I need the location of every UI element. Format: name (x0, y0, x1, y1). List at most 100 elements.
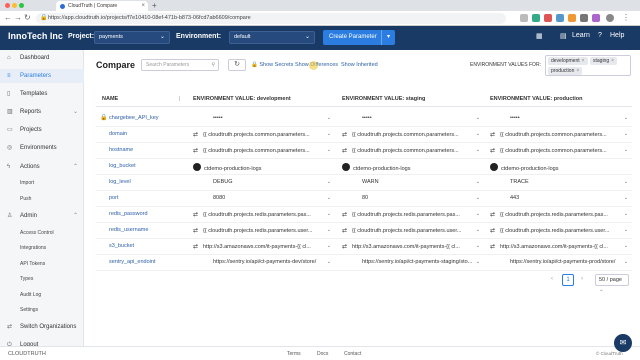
sidebar-item-dashboard[interactable]: ⌂ Dashboard (0, 51, 84, 65)
extension-icon[interactable] (580, 14, 588, 22)
parameter-name-link[interactable]: port (109, 195, 118, 201)
env-value-cell[interactable]: ctdemo-production-logs (490, 163, 630, 172)
chevron-down-icon[interactable]: ⌄ (476, 227, 480, 233)
sidebar-item-switch-organizations[interactable]: ⇄ Switch Organizations (0, 320, 84, 334)
environment-multiselect[interactable]: development × staging × production × (545, 55, 631, 76)
parameter-name-link[interactable]: domain (109, 131, 127, 137)
forward-icon[interactable]: → (14, 13, 22, 23)
env-value-cell[interactable]: ⇄ {{ cloudtruth.projects.common.parameter… (342, 147, 482, 156)
show-secrets-toggle[interactable]: 🔒 Show Secrets (251, 62, 293, 68)
remove-chip-icon[interactable]: × (582, 58, 585, 64)
parameter-name-link[interactable]: chargebee_API_key (109, 115, 159, 121)
extension-icon[interactable] (592, 14, 600, 22)
env-chip-development[interactable]: development × (548, 57, 588, 65)
sidebar-subitem-types[interactable]: Types (20, 276, 33, 282)
next-page-icon[interactable]: › (581, 276, 583, 282)
env-value-cell[interactable]: https://sentry.io/api/ct-payments-dev/st… (193, 259, 333, 268)
chevron-down-icon[interactable]: ⌄ (476, 243, 480, 249)
env-chip-production[interactable]: production × (548, 67, 583, 75)
minimize-window-icon[interactable] (12, 3, 17, 8)
env-value-cell[interactable]: ⇄ {{ cloudtruth.projects.redis.parameters… (342, 227, 482, 236)
parameter-name-link[interactable]: s3_bucket (109, 243, 134, 249)
chevron-down-icon[interactable]: ⌄ (327, 195, 331, 201)
docs-link[interactable]: Docs (317, 351, 328, 357)
sidebar-subitem-api-tokens[interactable]: API Tokens (20, 261, 45, 267)
chevron-down-icon[interactable]: ⌄ (327, 211, 331, 217)
env-value-cell[interactable]: WARN ⌄ (342, 179, 482, 188)
env-value-cell[interactable]: ⇄ {{ cloudtruth.projects.common.parameter… (193, 131, 333, 140)
chevron-down-icon[interactable]: ⌄ (624, 243, 628, 249)
browser-tab[interactable]: CloudTruth | Compare × (56, 1, 148, 11)
sidebar-subitem-import[interactable]: Import (20, 180, 34, 186)
create-parameter-button[interactable]: Create Parameter ▾ (323, 30, 395, 45)
env-value-cell[interactable]: ctdemo-production-logs (193, 163, 333, 172)
reload-icon[interactable]: ↻ (24, 13, 31, 23)
remove-chip-icon[interactable]: × (611, 58, 614, 64)
help-link[interactable]: Help (610, 32, 624, 39)
chevron-down-icon[interactable]: ⌄ (624, 131, 628, 137)
env-value-cell[interactable]: ⇄ http://s3.amazonaws.com/it-payments-{{ … (342, 243, 482, 252)
sidebar-item-reports[interactable]: ▥ Reports ⌄ (0, 105, 84, 119)
chat-support-button[interactable]: ✉ (614, 334, 632, 352)
url-field[interactable]: 🔒 https://app.cloudtruth.io/projects/f7e… (36, 13, 506, 24)
chevron-down-icon[interactable]: ⌄ (327, 227, 331, 233)
sidebar-subitem-audit-log[interactable]: Audit Log (20, 292, 41, 298)
parameter-name-link[interactable]: redis_password (109, 211, 148, 217)
env-value-cell[interactable]: ⇄ {{ cloudtruth.projects.common.parameter… (490, 131, 630, 140)
previous-page-icon[interactable]: ‹ (551, 276, 553, 282)
browser-menu-icon[interactable]: ⋮ (622, 13, 630, 23)
show-inherited-toggle[interactable]: Show Inherited (341, 62, 378, 68)
sidebar-item-projects[interactable]: ▭ Projects (0, 123, 84, 137)
close-tab-icon[interactable]: × (141, 1, 145, 11)
env-value-cell[interactable]: ⇄ {{ cloudtruth.projects.redis.parameters… (490, 211, 630, 220)
search-input[interactable]: Search Parameters ⚲ (141, 59, 219, 71)
env-value-cell[interactable]: ⇄ {{ cloudtruth.projects.redis.parameters… (193, 211, 333, 220)
parameter-name-link[interactable]: log_level (109, 179, 131, 185)
sidebar-subitem-settings[interactable]: Settings (20, 307, 38, 313)
extension-icon[interactable] (568, 14, 576, 22)
chevron-down-icon[interactable]: ⌄ (327, 259, 331, 265)
env-value-cell[interactable]: ⇄ {{ cloudtruth.projects.redis.parameters… (490, 227, 630, 236)
sidebar-item-actions[interactable]: ϟ Actions ⌃ (0, 160, 84, 174)
env-chip-staging[interactable]: staging × (590, 57, 618, 65)
env-value-cell[interactable]: ••••• ⌄ (342, 115, 482, 124)
chevron-down-icon[interactable]: ⌄ (476, 131, 480, 137)
chevron-down-icon[interactable]: ⌄ (624, 211, 628, 217)
env-value-cell[interactable]: ⇄ {{ cloudtruth.projects.common.parameter… (193, 147, 333, 156)
chevron-down-icon[interactable]: ⌄ (476, 211, 480, 217)
caret-down-icon[interactable]: ▾ (381, 30, 395, 45)
extension-icon[interactable] (544, 14, 552, 22)
chevron-down-icon[interactable]: ⌄ (476, 195, 480, 201)
contact-link[interactable]: Contact (344, 351, 361, 357)
env-value-cell[interactable]: ••••• ⌄ (193, 115, 333, 124)
page-size-select[interactable]: 50 / page ⌄ (595, 274, 629, 293)
parameter-name-link[interactable]: redis_username (109, 227, 148, 233)
chevron-down-icon[interactable]: ⌄ (476, 259, 480, 265)
chevron-down-icon[interactable]: ⌄ (624, 115, 628, 121)
chevron-down-icon[interactable]: ⌄ (624, 227, 628, 233)
chevron-down-icon[interactable]: ⌄ (476, 115, 480, 121)
chevron-down-icon[interactable]: ⌄ (624, 179, 628, 185)
parameter-name-link[interactable]: sentry_api_endoint (109, 259, 155, 265)
new-tab-icon[interactable]: + (152, 1, 157, 10)
sidebar-item-admin[interactable]: ♙ Admin ⌃ (0, 209, 84, 223)
chevron-down-icon[interactable]: ⌄ (476, 179, 480, 185)
env-value-cell[interactable]: ⇄ http://s3.amazonaws.com/it-payments-{{ … (490, 243, 630, 252)
env-value-cell[interactable]: ⇄ {{ cloudtruth.projects.redis.parameters… (193, 227, 333, 236)
parameter-name-link[interactable]: log_bucket (109, 163, 136, 169)
page-number-button[interactable]: 1 (562, 274, 574, 286)
env-value-cell[interactable]: ⇄ {{ cloudtruth.projects.redis.parameters… (342, 211, 482, 220)
env-value-cell[interactable]: https://sentry.io/api/ct-payments-stagin… (342, 259, 482, 268)
chevron-down-icon[interactable]: ⌄ (624, 195, 628, 201)
sidebar-item-environments[interactable]: ◎ Environments (0, 141, 84, 155)
sidebar-item-templates[interactable]: ▯ Templates (0, 87, 84, 101)
chevron-down-icon[interactable]: ⌄ (476, 147, 480, 153)
env-value-cell[interactable]: TRACE ⌄ (490, 179, 630, 188)
chevron-down-icon[interactable]: ⌄ (327, 243, 331, 249)
learn-link[interactable]: Learn (572, 32, 590, 39)
chevron-down-icon[interactable]: ⌄ (624, 259, 628, 265)
back-icon[interactable]: ← (4, 13, 12, 23)
project-select[interactable]: payments ⌄ (94, 31, 170, 44)
env-value-cell[interactable]: 80 ⌄ (342, 195, 482, 204)
sidebar-subitem-push[interactable]: Push (20, 196, 31, 202)
